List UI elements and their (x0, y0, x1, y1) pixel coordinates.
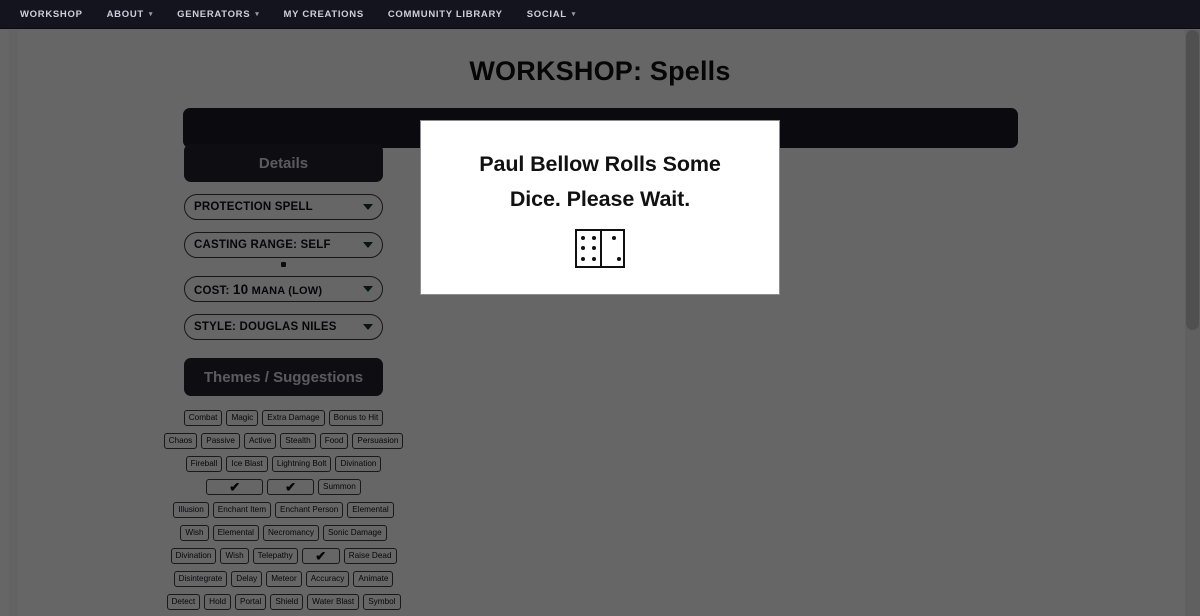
domino-pip (592, 246, 596, 251)
nav-item-label: WORKSHOP (20, 8, 83, 20)
nav-item-generators[interactable]: GENERATORS ▾ (165, 2, 271, 27)
modal-title-line-2: Dice. Please Wait. (509, 186, 691, 211)
nav-item-label: COMMUNITY LIBRARY (387, 8, 503, 20)
nav-item-social[interactable]: SOCIAL ▾ (515, 2, 588, 27)
chevron-down-icon: ▾ (571, 10, 577, 18)
nav-item-label: MY CREATIONS (283, 8, 364, 20)
nav-item-label: GENERATORS (177, 8, 251, 20)
domino-pip (581, 256, 585, 261)
chevron-down-icon: ▾ (255, 10, 260, 18)
modal-title-line-1: Paul Bellow Rolls Some (479, 152, 721, 177)
domino-pip (592, 235, 596, 240)
domino-half-left (577, 231, 600, 266)
dice-icon-wrap (575, 228, 625, 268)
chevron-down-icon: ▾ (148, 10, 154, 18)
nav-item-my-creations[interactable]: MY CREATIONS (272, 2, 376, 27)
domino-pip (617, 256, 621, 261)
domino-pip (611, 235, 616, 240)
nav-item-label: SOCIAL (526, 8, 567, 20)
nav-item-community-library[interactable]: COMMUNITY LIBRARY (376, 2, 515, 27)
domino-dice-icon (575, 228, 625, 268)
modal-overlay (0, 29, 1200, 616)
domino-pip (592, 256, 596, 261)
domino-half-right (600, 230, 623, 266)
nav-item-label: ABOUT (106, 8, 144, 20)
nav-item-about[interactable]: ABOUT ▾ (95, 2, 166, 27)
main-navbar: WORKSHOP ABOUT ▾ GENERATORS ▾ MY CREATIONS COM… (0, 0, 1200, 29)
modal-title: Paul Bellow Rolls Some Dice. Please Wait… (479, 147, 721, 216)
nav-item-workshop[interactable]: WORKSHOP (8, 2, 95, 27)
dice-roll-modal: Paul Bellow Rolls Some Dice. Please Wait… (420, 120, 780, 295)
domino-pip (581, 246, 585, 251)
domino-pip (581, 235, 585, 240)
